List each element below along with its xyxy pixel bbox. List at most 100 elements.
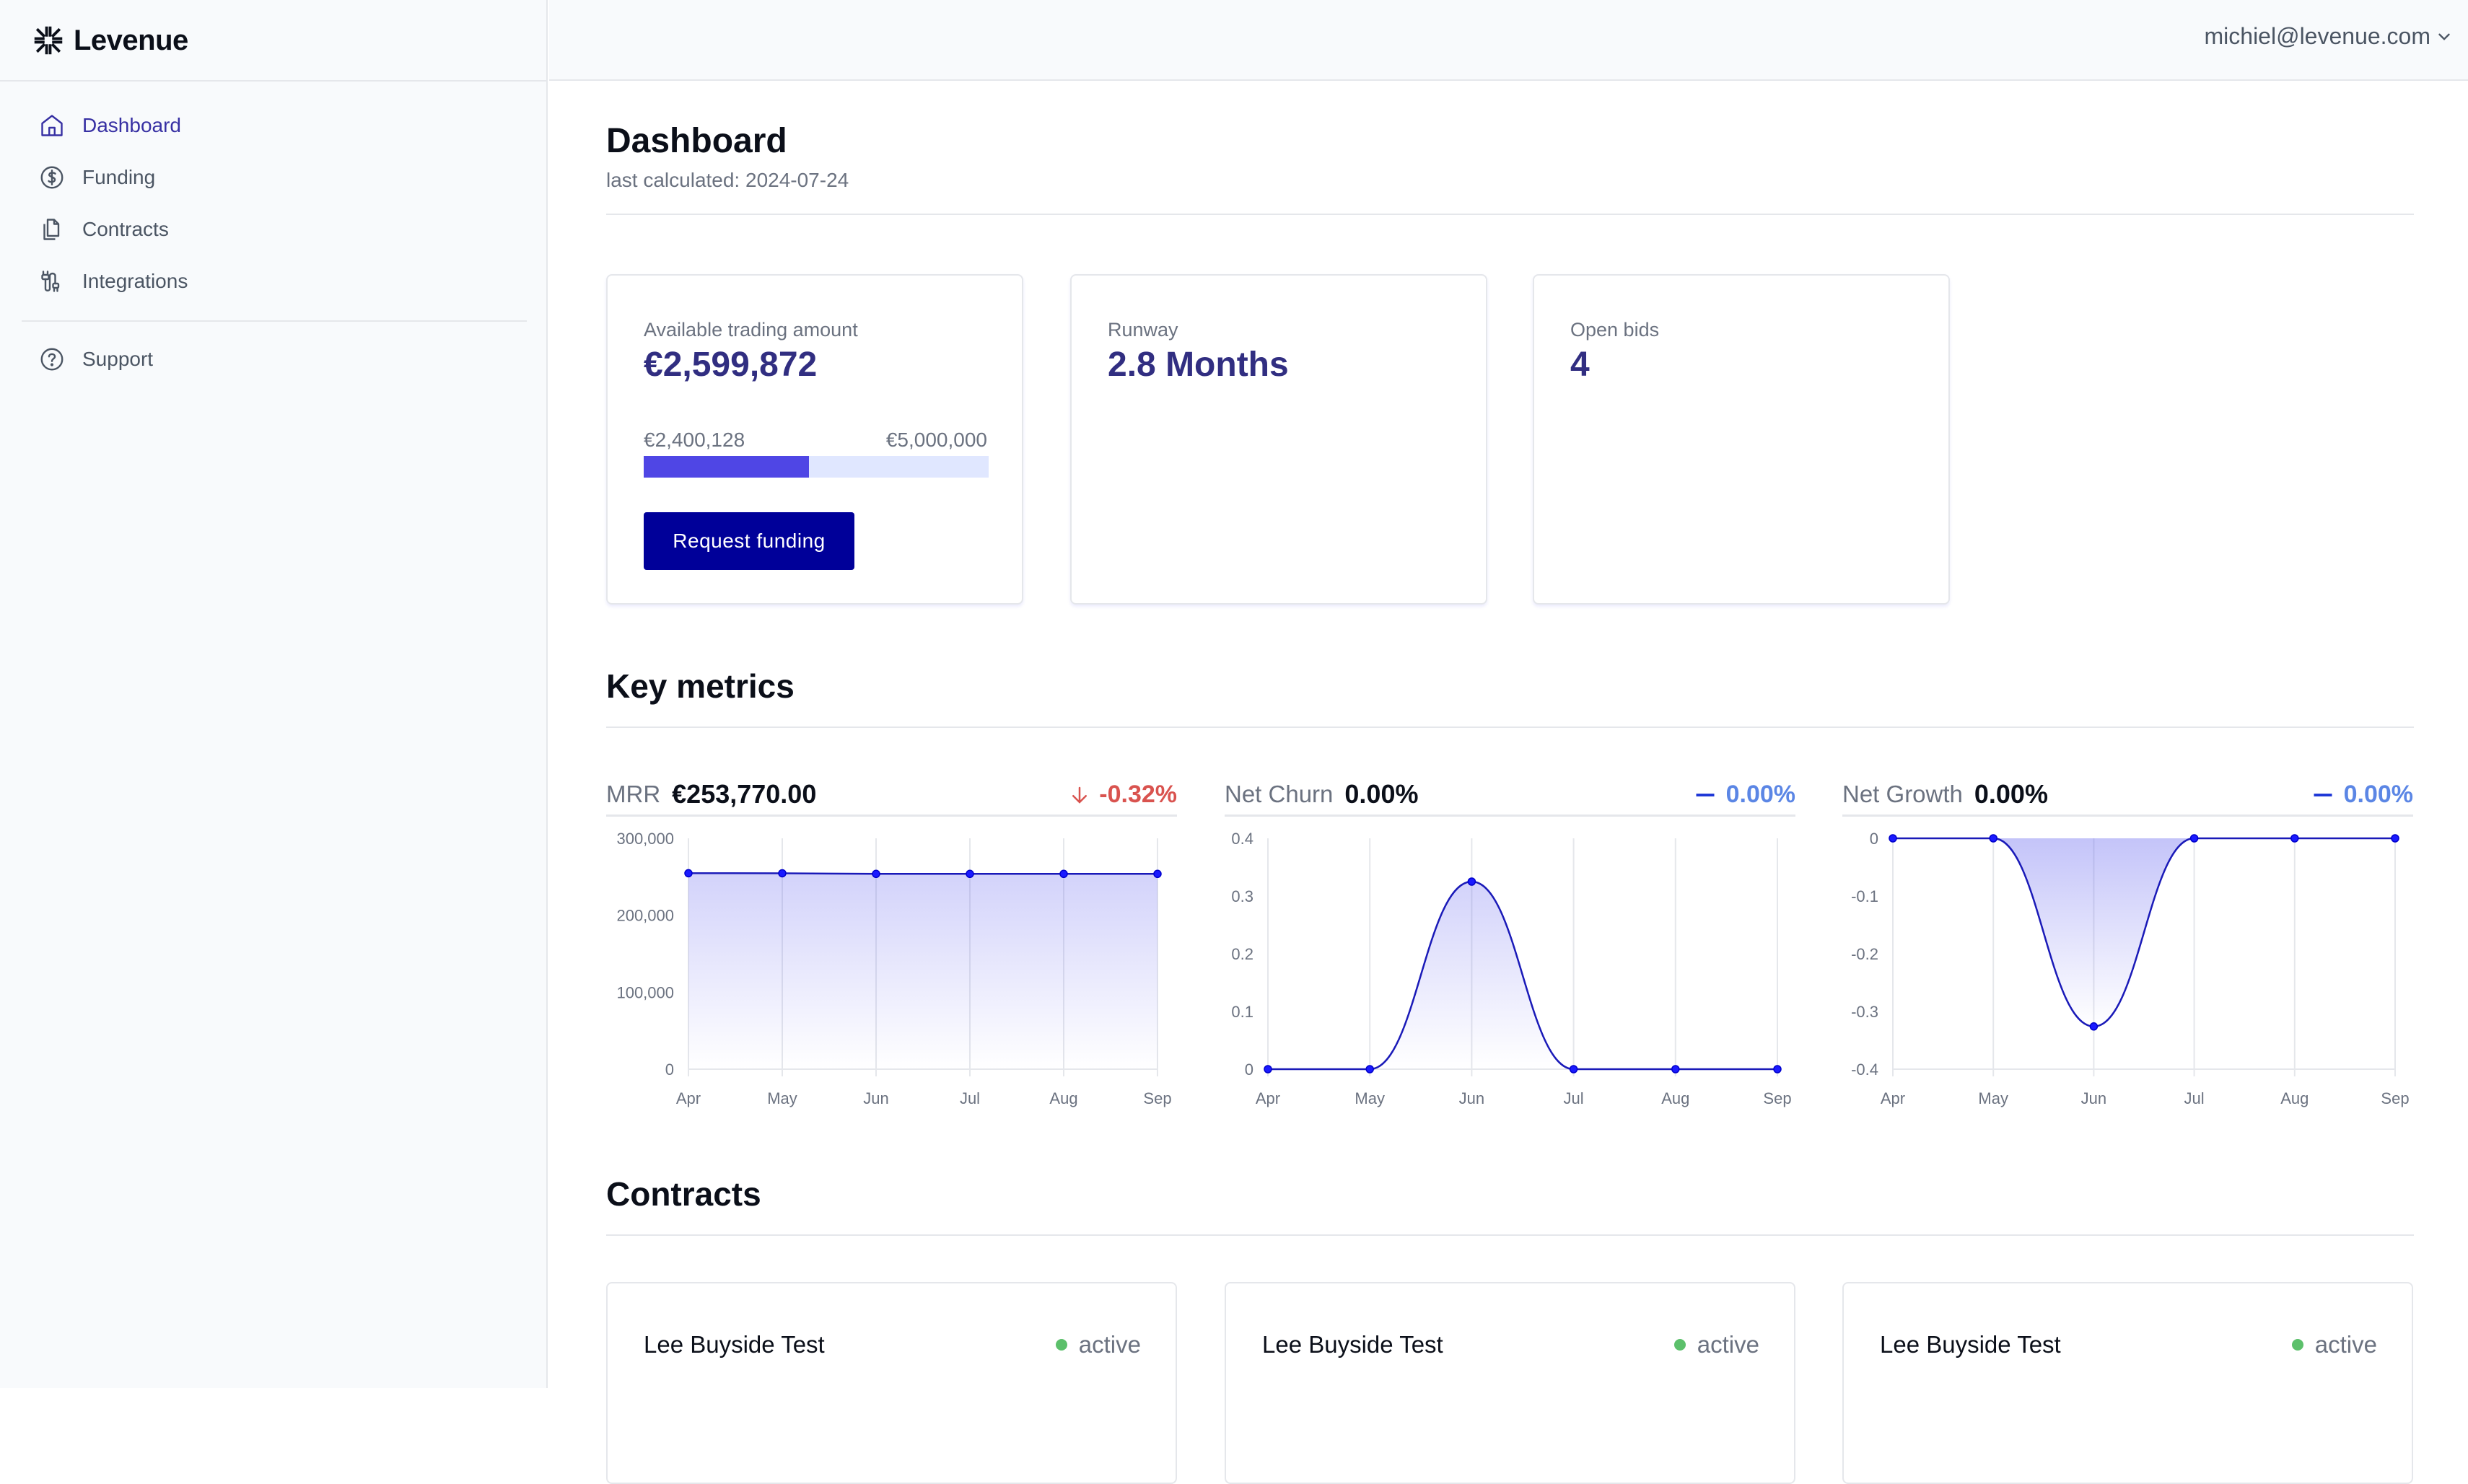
contract-name: Lee Buyside Test xyxy=(1880,1331,2061,1358)
contract-name: Lee Buyside Test xyxy=(1262,1331,1443,1358)
top-bar: michiel@levenue.com xyxy=(549,0,2468,81)
sidebar-item-integrations[interactable]: Integrations xyxy=(22,255,527,307)
metric-header: Net Growth 0.00% 0.00% xyxy=(1842,773,2413,817)
contracts-title: Contracts xyxy=(606,1175,761,1213)
data-point xyxy=(1569,1065,1578,1074)
x-tick-label: Jun xyxy=(863,1089,888,1107)
dollar-circle-icon xyxy=(40,166,64,189)
contract-card[interactable]: Lee Buyside Test active xyxy=(1225,1282,1795,1484)
status-text: active xyxy=(1697,1331,1759,1358)
y-tick-label: -0.3 xyxy=(1851,1003,1878,1021)
x-tick-label: Apr xyxy=(1881,1089,1905,1107)
y-tick-label: 100,000 xyxy=(616,983,674,1001)
metric-change: -0.32% xyxy=(1069,781,1177,809)
progress-fill xyxy=(644,456,810,478)
x-tick-label: Apr xyxy=(1256,1089,1280,1107)
used-amount: €2,400,128 xyxy=(644,429,745,451)
series-line xyxy=(688,872,1158,875)
x-tick-label: Jun xyxy=(1459,1089,1484,1107)
metric-change-value: 0.00% xyxy=(1725,781,1795,808)
x-tick-label: Sep xyxy=(1763,1089,1791,1107)
plug-icon xyxy=(41,271,60,292)
data-point xyxy=(2290,834,2299,843)
arrow-down-icon xyxy=(1072,786,1088,804)
request-funding-button[interactable]: Request funding xyxy=(644,512,854,570)
metric-name: MRR xyxy=(606,780,661,807)
home-icon xyxy=(41,115,63,136)
y-tick-label: 0 xyxy=(1870,830,1878,848)
contract-name: Lee Buyside Test xyxy=(644,1331,825,1358)
y-tick-label: -0.4 xyxy=(1851,1061,1878,1079)
sidebar-divider xyxy=(0,80,548,82)
data-point xyxy=(1989,834,1997,843)
user-menu[interactable]: michiel@levenue.com xyxy=(2205,23,2454,50)
trading-amount-value: €2,599,872 xyxy=(644,346,818,384)
data-point xyxy=(2089,1022,2099,1031)
x-tick-label: Jul xyxy=(1564,1089,1584,1107)
x-tick-label: May xyxy=(767,1089,797,1107)
contract-card[interactable]: Lee Buyside Test active xyxy=(1842,1282,2413,1484)
y-tick-label: -0.1 xyxy=(1851,887,1878,905)
data-point xyxy=(966,869,974,879)
logo[interactable]: Levenue xyxy=(33,19,188,62)
metric-header: Net Churn 0.00% 0.00% xyxy=(1225,773,1795,817)
sidebar-item-label: Support xyxy=(82,348,154,370)
metric-change-value: 0.00% xyxy=(2343,781,2413,808)
chevron-down-icon xyxy=(2438,33,2450,40)
data-point xyxy=(1059,869,1068,879)
data-point xyxy=(2391,834,2399,843)
last-calculated: last calculated: 2024-07-24 xyxy=(606,169,849,191)
open-bids-value: 4 xyxy=(1570,346,1590,384)
data-point xyxy=(684,869,693,878)
net-growth-chart: -0.4 -0.3 -0.2 -0.1 0 Apr May Jun Jul Aug Sep xyxy=(1851,830,2410,1107)
x-tick-label: Apr xyxy=(676,1089,701,1107)
data-point xyxy=(1365,1065,1374,1074)
status-text: active xyxy=(2314,1331,2377,1358)
card-label: Open bids xyxy=(1570,319,1660,341)
app-name: Levenue xyxy=(74,24,188,56)
open-bids-card: Open bids 4 xyxy=(1533,274,1950,605)
metric-net-churn: Net Churn 0.00% 0.00% 0 0.1 0.2 0.3 0.4 Apr Ma… xyxy=(1225,773,1795,1192)
status-badge: active xyxy=(2291,1331,2377,1358)
data-point xyxy=(2189,834,2199,843)
trading-amount-card: Available trading amount €2,599,872 €2,4… xyxy=(606,274,1023,605)
sidebar-item-funding[interactable]: Funding xyxy=(22,152,527,203)
sidebar: Levenue Dashboard Funding Contracts Inte… xyxy=(0,0,548,1388)
dash-icon xyxy=(2314,793,2332,796)
metric-name: Net Churn xyxy=(1225,780,1334,807)
nav-divider xyxy=(22,320,527,322)
x-tick-label: Sep xyxy=(2381,1089,2409,1107)
status-badge: active xyxy=(1673,1331,1759,1358)
y-tick-label: 0.2 xyxy=(1231,945,1253,963)
levenue-logo-icon xyxy=(34,26,63,55)
sidebar-item-label: Integrations xyxy=(82,270,188,292)
contract-card[interactable]: Lee Buyside Test active xyxy=(606,1282,1177,1484)
y-tick-label: 300,000 xyxy=(616,830,674,848)
data-point xyxy=(778,869,787,878)
metric-value: 0.00% xyxy=(1344,778,1419,809)
x-tick-label: Aug xyxy=(1049,1089,1077,1107)
net-churn-chart: 0 0.1 0.2 0.3 0.4 Apr May Jun Jul Aug Sep xyxy=(1231,830,1791,1107)
y-tick-label: 0.4 xyxy=(1231,830,1253,848)
card-label: Runway xyxy=(1108,319,1178,341)
documents-icon xyxy=(43,219,60,240)
runway-card: Runway 2.8 Months xyxy=(1070,274,1487,605)
sidebar-item-label: Contracts xyxy=(82,218,169,240)
sidebar-item-dashboard[interactable]: Dashboard xyxy=(22,100,527,152)
data-point xyxy=(1671,1065,1680,1074)
y-tick-label: 200,000 xyxy=(616,907,674,925)
metric-change: 0.00% xyxy=(1693,781,1795,809)
metric-change: 0.00% xyxy=(2311,781,2413,809)
sidebar-nav: Dashboard Funding Contracts Integrations… xyxy=(22,100,527,385)
data-point xyxy=(872,869,880,879)
series-area xyxy=(688,873,1158,1069)
sidebar-item-label: Dashboard xyxy=(82,114,181,136)
key-metrics-title: Key metrics xyxy=(606,667,795,705)
metric-change-value: -0.32% xyxy=(1099,781,1177,808)
sidebar-item-support[interactable]: Support xyxy=(22,333,527,385)
status-dot xyxy=(1055,1339,1067,1351)
sidebar-item-contracts[interactable]: Contracts xyxy=(22,203,527,255)
dash-icon xyxy=(1696,793,1715,796)
y-tick-label: 0 xyxy=(665,1061,674,1079)
x-tick-label: Jul xyxy=(960,1089,980,1107)
